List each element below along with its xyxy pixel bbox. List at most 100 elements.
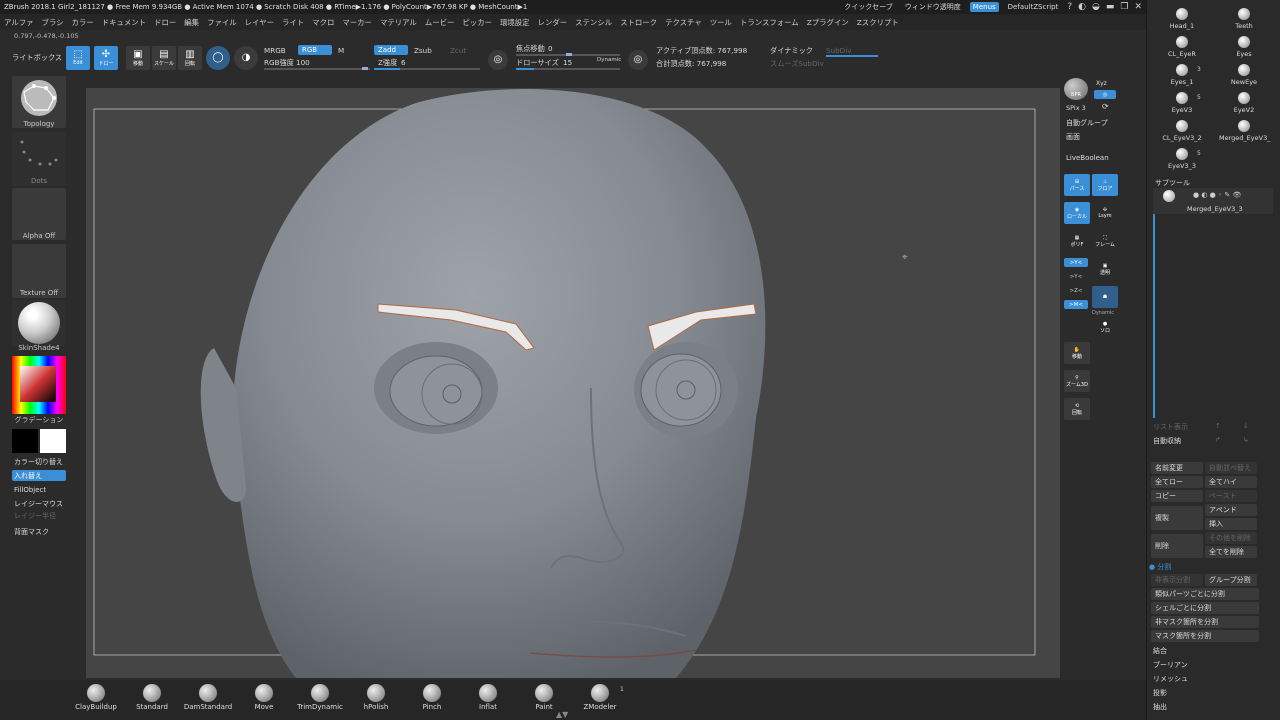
tool-thumb[interactable]: Merged_EyeV3_	[1219, 120, 1270, 142]
gradient-label[interactable]: グラデーション	[12, 415, 66, 425]
close-icon[interactable]: ✕	[1134, 2, 1142, 12]
subdiv-button[interactable]: SubDiv	[826, 46, 851, 55]
split-similar-button[interactable]: 類似パーツごとに分割	[1151, 588, 1259, 600]
solo-button[interactable]: ● ソロ	[1092, 316, 1118, 338]
move-button[interactable]: ▣ 移動	[126, 46, 150, 70]
groups-split-button[interactable]: グループ分割	[1205, 574, 1257, 586]
menu-item[interactable]: トランスフォーム	[736, 17, 803, 28]
extract-section[interactable]: 抽出	[1153, 702, 1167, 712]
rgb-intensity-knob[interactable]	[362, 67, 368, 70]
smooth-subdiv-label[interactable]: スムーズSubDiv	[770, 59, 824, 69]
menu-item[interactable]: ドロー	[150, 17, 180, 28]
rotate-button[interactable]: ▥ 回転	[178, 46, 202, 70]
brush-button[interactable]: Move	[234, 684, 294, 711]
gz-button[interactable]: >Z<	[1064, 286, 1088, 295]
frame-button[interactable]: ⛶ フレーム	[1092, 230, 1118, 252]
fill-object-button[interactable]: FillObject	[12, 484, 46, 495]
backface-mask-button[interactable]: 背面マスク	[12, 526, 49, 537]
rename-button[interactable]: 名前変更	[1151, 462, 1203, 474]
menu-item[interactable]: ストローク	[616, 17, 661, 28]
menu-item[interactable]: マテリアル	[376, 17, 421, 28]
maximize-icon[interactable]: ❐	[1120, 2, 1128, 12]
delete-other-button[interactable]: その他を削除	[1205, 532, 1257, 544]
lazy-radius-slider[interactable]: レイジー半径	[12, 510, 56, 521]
menu-item[interactable]: ドキュメント	[98, 17, 150, 28]
paste-button[interactable]: ペースト	[1205, 490, 1257, 502]
tool-thumb[interactable]: Head_1	[1157, 8, 1207, 30]
canvas-viewport[interactable]: ⌖	[86, 88, 1060, 678]
tool-thumb[interactable]: EyeV2	[1219, 92, 1269, 114]
gx-button[interactable]: >Y<	[1064, 258, 1088, 267]
layout-icon[interactable]: ◒	[1092, 2, 1100, 12]
menu-item[interactable]: カラー	[68, 17, 98, 28]
m-button[interactable]: M	[338, 46, 344, 55]
lightbox-button[interactable]: ライトボックス	[12, 53, 62, 63]
window-transparency-slider[interactable]: ウィンドウ透明度	[902, 1, 964, 13]
half-circle-icon[interactable]: ◐	[1078, 2, 1086, 12]
auto-collapse-button[interactable]: 自動収納	[1153, 436, 1181, 446]
menu-item[interactable]: ブラシ	[38, 17, 68, 28]
menus-button[interactable]: Menus	[969, 2, 999, 12]
brush-button[interactable]: Paint	[514, 684, 574, 711]
menu-item[interactable]: テクスチャ	[661, 17, 706, 28]
move-view-button[interactable]: ✋ 移動	[1064, 342, 1090, 364]
list-all-button[interactable]: リスト表示	[1153, 422, 1188, 432]
spix-slider[interactable]: SPix 3	[1066, 104, 1086, 112]
main-color-swatch[interactable]	[40, 429, 66, 453]
color-picker[interactable]	[12, 356, 66, 414]
mz-button[interactable]: >M<	[1064, 300, 1088, 309]
help-icon[interactable]: ?	[1067, 2, 1072, 12]
arrow-up-icon[interactable]: ↑	[1215, 422, 1221, 430]
edit-button[interactable]: ⬚ Edit	[66, 46, 90, 70]
brush-button[interactable]: Standard	[122, 684, 182, 711]
split-section-header[interactable]: ● 分割	[1149, 562, 1171, 572]
zoom3d-button[interactable]: ⚲ ズーム3D	[1064, 370, 1090, 392]
xyz-toggle[interactable]: ◎	[1094, 90, 1116, 99]
color-picker-square[interactable]	[20, 366, 56, 402]
tool-thumb[interactable]: Teeth	[1219, 8, 1269, 30]
auto-reorder-button[interactable]: 自動並べ替え	[1205, 462, 1257, 474]
screen-button[interactable]: 画面	[1066, 132, 1080, 142]
brush-button[interactable]: DamStandard	[178, 684, 238, 711]
floor-button[interactable]: ⊥ フロア	[1092, 174, 1118, 196]
gizmo-button[interactable]: ◯	[206, 46, 230, 70]
auto-group-button[interactable]: 自動グループ	[1066, 118, 1108, 128]
menu-item[interactable]: ステンシル	[571, 17, 616, 28]
menu-item[interactable]: ピッカー	[458, 17, 496, 28]
lsym-button[interactable]: ✣ Lsym	[1092, 202, 1118, 224]
rotate-view-button[interactable]: ⟲ 回転	[1064, 398, 1090, 420]
menu-item[interactable]: Zスクリプト	[853, 17, 903, 28]
live-boolean-button[interactable]: LiveBoolean	[1066, 154, 1109, 162]
menu-item[interactable]: ファイル	[203, 17, 241, 28]
minimize-icon[interactable]: ▬	[1106, 2, 1115, 12]
menu-item[interactable]: マクロ	[308, 17, 338, 28]
bpr-button[interactable]: BPR	[1064, 78, 1088, 100]
subtool-scrollbar[interactable]	[1153, 214, 1155, 418]
project-section[interactable]: 投影	[1153, 688, 1167, 698]
split-hidden-button[interactable]: 非表示分割	[1151, 574, 1203, 586]
gy-button[interactable]: >Y<	[1064, 272, 1088, 281]
move-down-icon[interactable]: ↳	[1243, 436, 1249, 444]
menu-item[interactable]: ツール	[706, 17, 736, 28]
subtool-row[interactable]: ● ◐ ● ◦ ✎ 👁 Merged_EyeV3_3	[1153, 188, 1273, 214]
copy-button[interactable]: コピー	[1151, 490, 1203, 502]
secondary-color-swatch[interactable]	[12, 429, 38, 453]
transp-button[interactable]: ▣ 透明	[1092, 258, 1118, 280]
subdiv-slider[interactable]	[826, 55, 878, 57]
append-button[interactable]: アペンド	[1205, 504, 1257, 516]
quicksave-button[interactable]: クイックセーブ	[841, 1, 896, 13]
shelf-expand-icon[interactable]: ▲▼	[556, 710, 568, 719]
mrgb-button[interactable]: MRGB	[264, 46, 286, 55]
material-thumbnail[interactable]	[12, 300, 66, 346]
all-high-button[interactable]: 全てハイ	[1205, 476, 1257, 488]
rgb-intensity-slider[interactable]	[264, 68, 370, 70]
swap-button[interactable]: 入れ替え	[12, 470, 66, 481]
delete-all-button[interactable]: 全てを削除	[1205, 546, 1257, 558]
local-button[interactable]: ◉ ローカル	[1064, 202, 1090, 224]
rgb-button[interactable]: RGB	[298, 45, 332, 55]
menu-item[interactable]: Zプラグイン	[803, 17, 853, 28]
brush-button[interactable]: Pinch	[402, 684, 462, 711]
ghost-button[interactable]: ☗	[1092, 286, 1118, 308]
split-masked-button[interactable]: マスク箇所を分割	[1151, 630, 1259, 642]
all-low-button[interactable]: 全てロー	[1151, 476, 1203, 488]
